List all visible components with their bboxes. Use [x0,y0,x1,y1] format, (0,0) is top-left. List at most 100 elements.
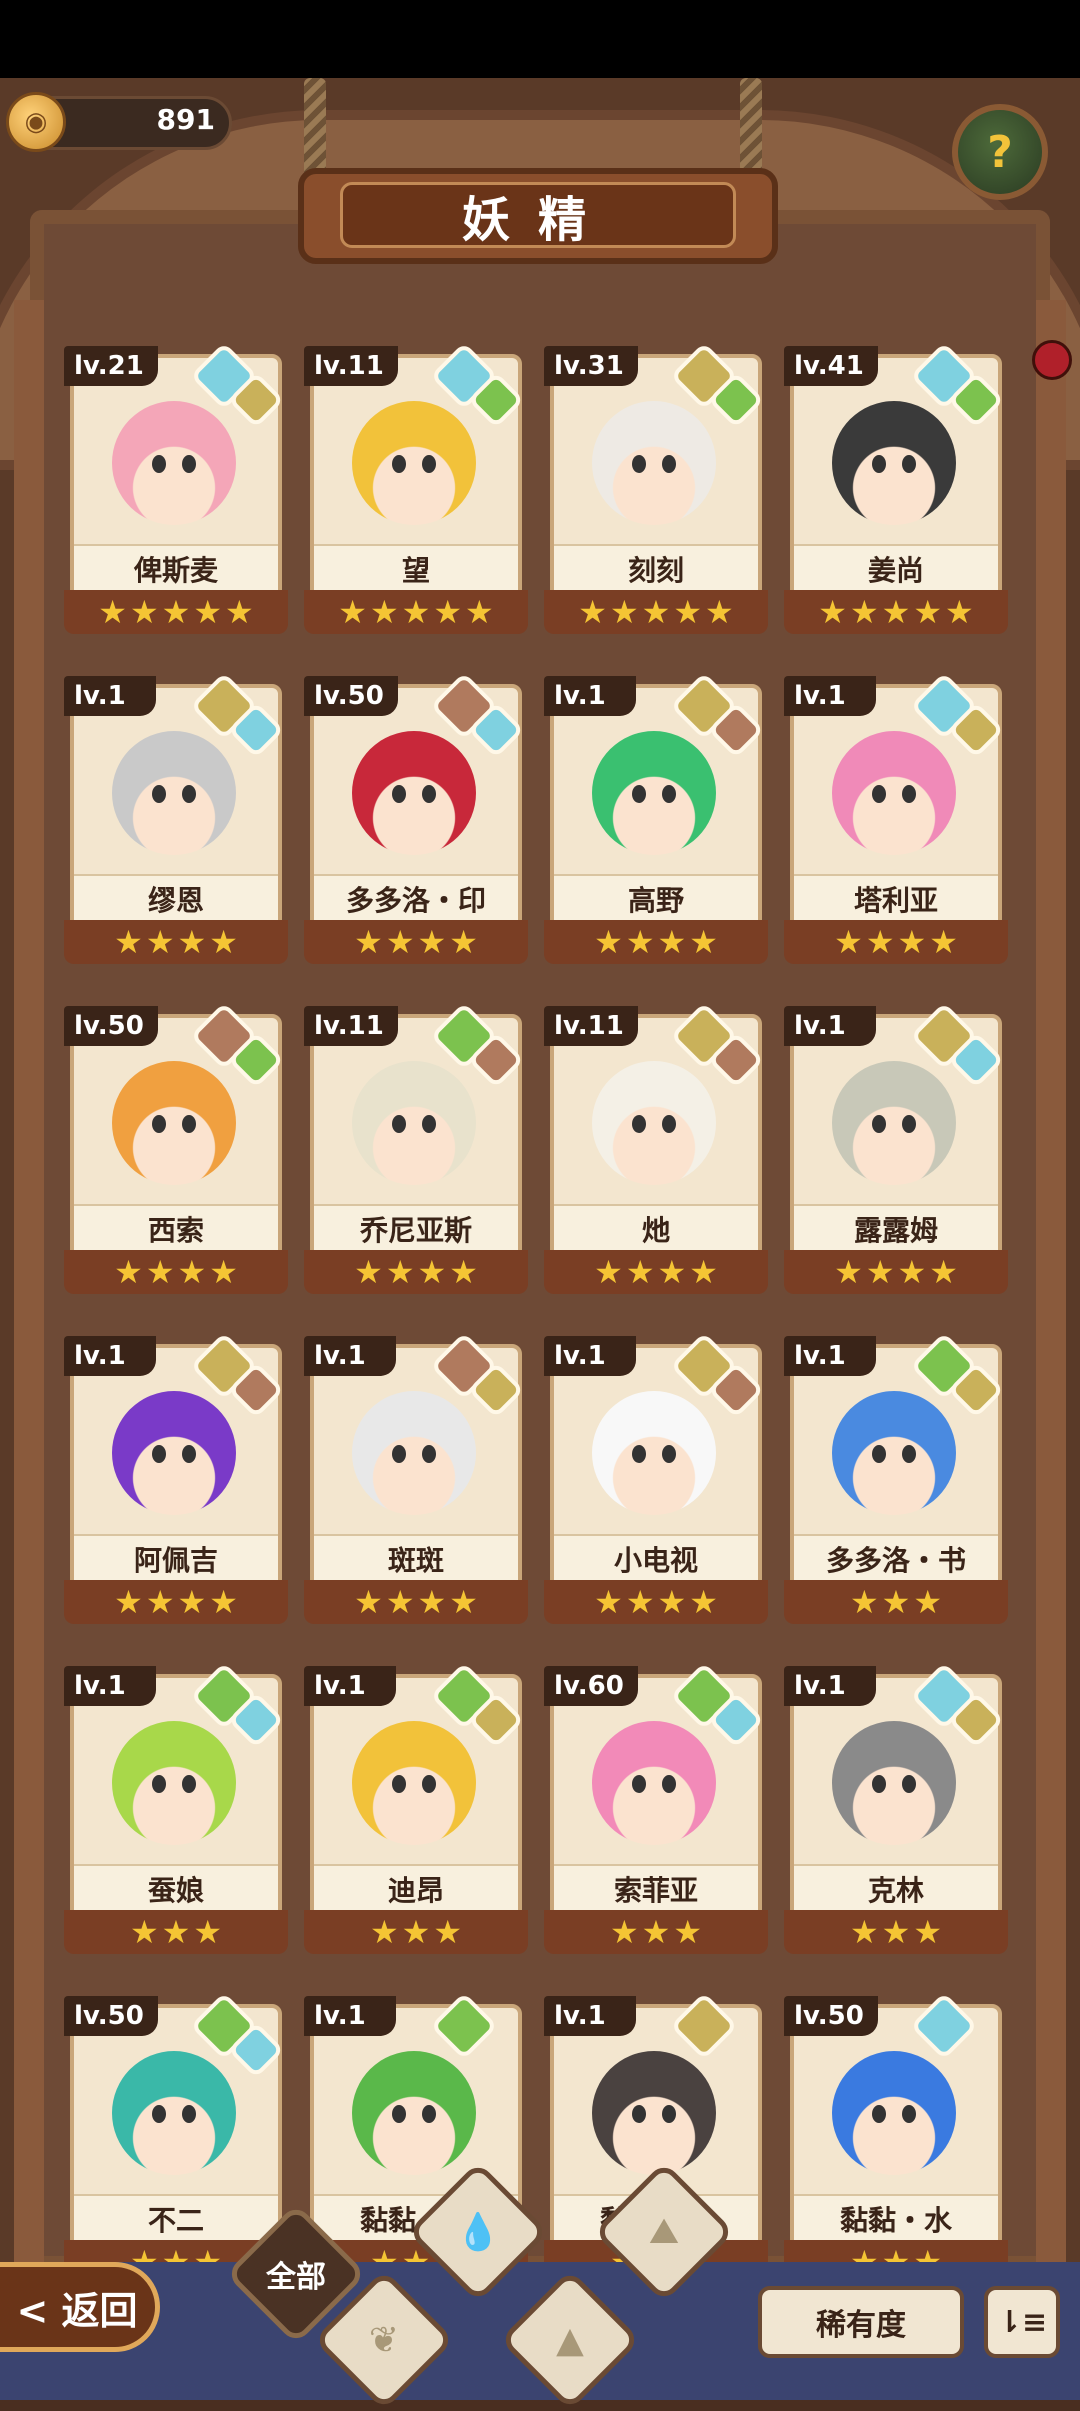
fairy-card[interactable]: lv.50黏黏・水★★★ [784,1992,1008,2286]
fairy-head [352,1391,476,1515]
fairy-level: lv.21 [64,346,158,386]
eye [422,1445,436,1463]
eye [182,1775,196,1793]
star-icon: ★ [449,1583,478,1621]
star-icon: ★ [625,1253,655,1291]
eye [872,455,886,473]
fairy-card[interactable]: lv.11 望 ★ ★ ★ ★ ★ [304,342,528,636]
star-icon: ★ [209,1253,238,1291]
fairy-card[interactable]: lv.50 西索 ★ ★ ★ ★ [64,1002,288,1296]
fairy-card[interactable]: lv.11 灺 ★ ★ ★ ★ [544,1002,768,1296]
star-rating: ★ ★ ★ ★ ★ [64,590,288,634]
fairy-level: lv.1 [64,676,156,716]
fairy-card[interactable]: lv.1 高野 ★ ★ ★ ★ [544,672,768,966]
star-icon: ★ [354,923,383,961]
fairy-card[interactable]: lv.1 多多洛・书 ★ ★ ★ [784,1332,1008,1626]
fairy-head [832,401,956,525]
help-button[interactable]: ? [952,104,1048,200]
star-rating: ★ ★ ★ ★ [784,1250,1008,1294]
fairy-head [112,1061,236,1185]
star-rating: ★ ★ ★ ★ [64,920,288,964]
eye [662,1775,676,1793]
fairy-portrait [326,2038,502,2188]
fairy-name: 俾斯麦 [74,544,278,592]
fairy-card[interactable]: lv.1 塔利亚 ★ ★ ★ ★ [784,672,1008,966]
fairy-name: 缪恩 [74,874,278,922]
fairy-card[interactable]: lv.21 俾斯麦 ★ ★ ★ ★ ★ [64,342,288,636]
eye [902,785,916,803]
star-rating: ★ ★ ★ ★ ★ [304,590,528,634]
eye [182,455,196,473]
star-rating: ★ ★ ★ ★ [544,920,768,964]
eye [152,1445,166,1463]
fairy-name: 塔利亚 [794,874,998,922]
star-icon: ★ [161,1913,191,1951]
fairy-name: 迪昂 [314,1864,518,1912]
fairy-portrait [806,1708,982,1858]
star-icon: ★ [881,593,911,631]
star-rating: ★ ★ ★ ★ [544,1250,768,1294]
eye [422,2105,436,2123]
eye [902,1115,916,1133]
star-icon: ★ [369,1913,399,1951]
fairy-portrait [566,718,742,868]
eye [422,455,436,473]
fairy-card[interactable]: lv.1 蚕娘 ★ ★ ★ [64,1662,288,1956]
fairy-name: 斑斑 [314,1534,518,1582]
star-icon: ★ [193,593,223,631]
fairy-head [112,1721,236,1845]
fairy-head [112,2051,236,2175]
fairy-card[interactable]: lv.50 多多洛・印 ★ ★ ★ ★ [304,672,528,966]
star-icon: ★ [818,593,847,631]
star-icon: ★ [209,1583,238,1621]
fairy-head [832,2051,956,2175]
star-icon: ★ [209,923,238,961]
ladybug-icon[interactable] [1032,340,1072,380]
fairy-portrait [566,2038,742,2188]
eye [662,455,676,473]
fairy-card[interactable]: lv.11 乔尼亚斯 ★ ★ ★ ★ [304,1002,528,1296]
fairy-card[interactable]: lv.1 缪恩 ★ ★ ★ ★ [64,672,288,966]
star-icon: ★ [929,923,958,961]
fairy-name: 蚕娘 [74,1864,278,1912]
fairy-card[interactable]: lv.1 克林 ★ ★ ★ [784,1662,1008,1956]
fairy-portrait [86,388,262,538]
star-icon: ★ [465,593,494,631]
rarity-sort-button[interactable]: 稀有度 [758,2286,964,2358]
star-icon: ★ [657,1583,687,1621]
eye [182,1445,196,1463]
star-icon: ★ [417,1253,447,1291]
fairy-level: lv.1 [544,1996,636,2036]
fairy-card[interactable]: lv.31 刻刻 ★ ★ ★ ★ ★ [544,342,768,636]
eye [152,785,166,803]
sort-icon: ⇂≡ [996,2304,1048,2340]
fairy-level: lv.50 [64,1996,158,2036]
fairy-head [112,401,236,525]
fairy-card[interactable]: lv.1 斑斑 ★ ★ ★ ★ [304,1332,528,1626]
back-button[interactable]: < 返回 [0,2262,160,2352]
fairy-level: lv.11 [304,346,398,386]
fairy-card[interactable]: lv.60 索菲亚 ★ ★ ★ [544,1662,768,1956]
star-icon: ★ [385,923,415,961]
eye [872,785,886,803]
fairy-name: 姜尚 [794,544,998,592]
star-icon: ★ [609,1913,639,1951]
star-icon: ★ [433,1913,463,1951]
star-icon: ★ [929,1253,958,1291]
fairy-level: lv.11 [544,1006,638,1046]
fairy-card[interactable]: lv.1 小电视 ★ ★ ★ ★ [544,1332,768,1626]
star-rating: ★ ★ ★ ★ [544,1580,768,1624]
fairy-portrait [326,1378,502,1528]
eye [152,2105,166,2123]
fairy-level: lv.50 [304,676,398,716]
fairy-card[interactable]: lv.1 迪昂 ★ ★ ★ [304,1662,528,1956]
fairy-name: 多多洛・书 [794,1534,998,1582]
star-rating: ★★★ [544,1910,768,1954]
fairy-card[interactable]: lv.1 露露姆 ★ ★ ★ ★ [784,1002,1008,1296]
star-icon: ★ [641,1913,671,1951]
fairy-card[interactable]: lv.1 阿佩吉 ★ ★ ★ ★ [64,1332,288,1626]
star-icon: ★ [657,923,687,961]
fairy-card[interactable]: lv.41 姜尚 ★ ★ ★ ★ ★ [784,342,1008,636]
star-rating: ★ ★ ★ ★ [304,1250,528,1294]
sort-order-button[interactable]: ⇂≡ [984,2286,1060,2358]
